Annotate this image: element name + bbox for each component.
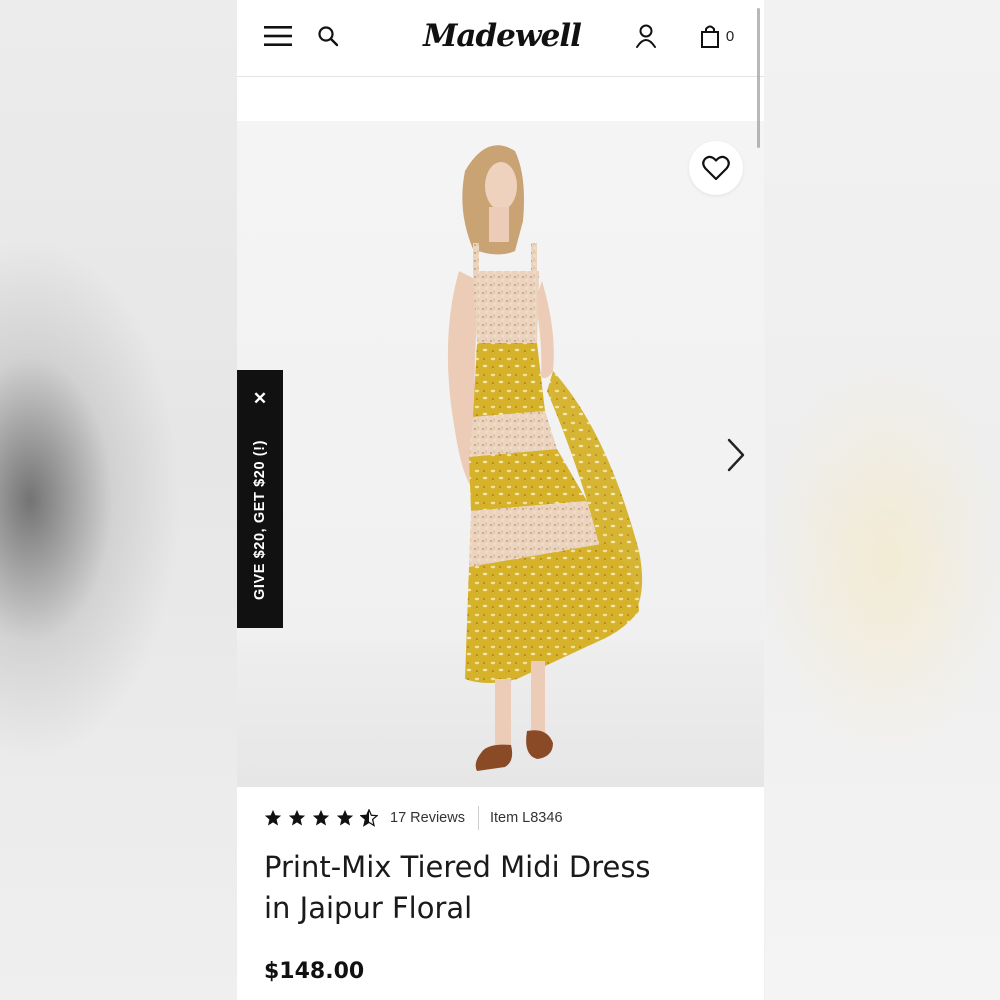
account-button[interactable] [631,18,661,54]
blurred-background-right [765,0,1000,1000]
account-icon [636,24,656,48]
search-button[interactable] [313,18,343,54]
rating-row: 17 Reviews Item L8346 [264,805,563,831]
star-full-icon [288,809,306,826]
menu-icon [264,26,292,46]
mobile-page: Madewell 0 ✕ GIVE $20, GET $20 (!) 17 Re… [237,0,764,1000]
reviews-link[interactable]: 17 Reviews [390,810,465,826]
star-full-icon [264,809,282,826]
product-price: $148.00 [264,959,365,984]
product-image-gallery[interactable] [237,121,764,787]
next-image-button[interactable] [721,431,751,479]
blurred-background-left [0,0,238,1000]
heart-icon [702,155,730,181]
bag-icon [700,25,719,48]
star-rating[interactable] [264,809,384,827]
star-half-icon [360,809,378,827]
referral-close-button[interactable]: ✕ [245,386,275,412]
product-info: 17 Reviews Item L8346 Print-Mix Tiered M… [237,787,764,1000]
divider [477,806,479,830]
product-photo-model [447,145,643,771]
brand-logo[interactable]: Madewell [412,14,592,58]
bag-count: 0 [725,27,735,45]
chevron-right-icon [727,438,745,472]
referral-tab[interactable]: ✕ GIVE $20, GET $20 (!) [237,370,283,628]
search-icon [318,26,339,47]
product-title-line-2: in Jaipur Floral [264,891,473,925]
site-header: Madewell 0 [237,0,764,77]
star-full-icon [336,809,354,826]
star-full-icon [312,809,330,826]
item-number: Item L8346 [489,810,563,826]
favorite-button[interactable] [689,141,743,195]
scrollbar[interactable] [757,8,760,148]
referral-label: GIVE $20, GET $20 (!) [252,439,268,601]
header-spacer [237,77,764,121]
product-title-line-1: Print-Mix Tiered Midi Dress [264,850,651,884]
product-title: Print-Mix Tiered Midi Dress in Jaipur Fl… [264,847,744,929]
bag-button[interactable]: 0 [693,18,741,54]
menu-button[interactable] [261,18,295,54]
